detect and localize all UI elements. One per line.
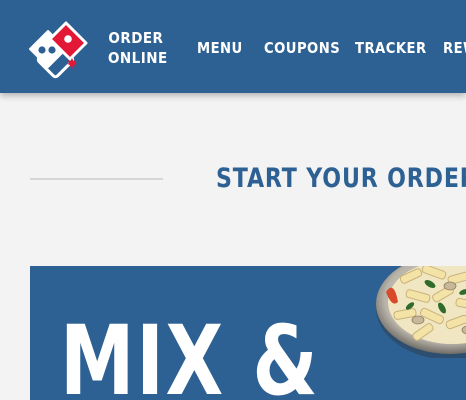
promo-banner[interactable]: MIX & [30, 266, 466, 400]
section-divider [30, 178, 163, 180]
site-header: ORDER ONLINE MENU COUPONS TRACKER REW [0, 0, 466, 93]
nav-item-coupons[interactable]: COUPONS [264, 38, 340, 58]
main-nav: MENU COUPONS TRACKER REW [0, 38, 466, 58]
promo-title: MIX & [60, 305, 320, 400]
start-order-heading: START YOUR ORDER [216, 163, 466, 194]
pasta-dish-image [376, 266, 466, 358]
nav-item-menu[interactable]: MENU [197, 38, 243, 58]
nav-item-rewards[interactable]: REW [443, 38, 466, 58]
nav-item-tracker[interactable]: TRACKER [355, 38, 427, 58]
